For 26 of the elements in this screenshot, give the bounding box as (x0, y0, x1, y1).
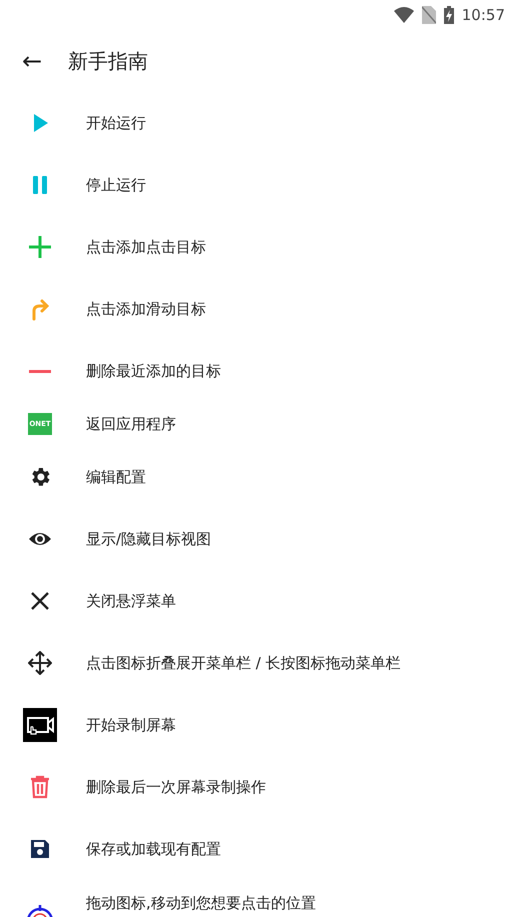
guide-label: 保存或加载现有配置 (86, 840, 221, 858)
camera-icon (23, 708, 57, 742)
save-icon (28, 837, 52, 861)
guide-label: 删除最近添加的目标 (86, 362, 221, 380)
back-button[interactable]: ← (0, 47, 64, 75)
guide-label: 编辑配置 (86, 468, 146, 486)
guide-label: 关闭悬浮菜单 (86, 592, 176, 610)
guide-label: 点击图标折叠展开菜单栏 / 长按图标拖动菜单栏 (86, 654, 401, 672)
battery-charging-icon (444, 6, 454, 24)
wifi-icon (394, 7, 414, 23)
plus-icon (28, 235, 52, 259)
no-sim-icon (422, 6, 436, 24)
guide-label: 停止运行 (86, 176, 146, 194)
trash-icon (28, 775, 52, 799)
status-time: 10:57 (462, 6, 505, 24)
guide-label: 拖动图标,移动到您想要点击的位置 (86, 894, 316, 913)
guide-label: 点击添加滑动目标 (86, 300, 206, 318)
guide-label: 删除最后一次屏幕录制操作 (86, 778, 266, 796)
guide-label: 开始运行 (86, 114, 146, 132)
guide-label: 点击添加点击目标 (86, 238, 206, 256)
guide-label: 返回应用程序 (86, 414, 176, 434)
minus-icon (29, 370, 51, 372)
move-icon (28, 651, 52, 675)
guide-label: 显示/隐藏目标视图 (86, 530, 212, 548)
guide-label: 开始录制屏幕 (86, 716, 176, 734)
page-title: 新手指南 (68, 48, 148, 74)
